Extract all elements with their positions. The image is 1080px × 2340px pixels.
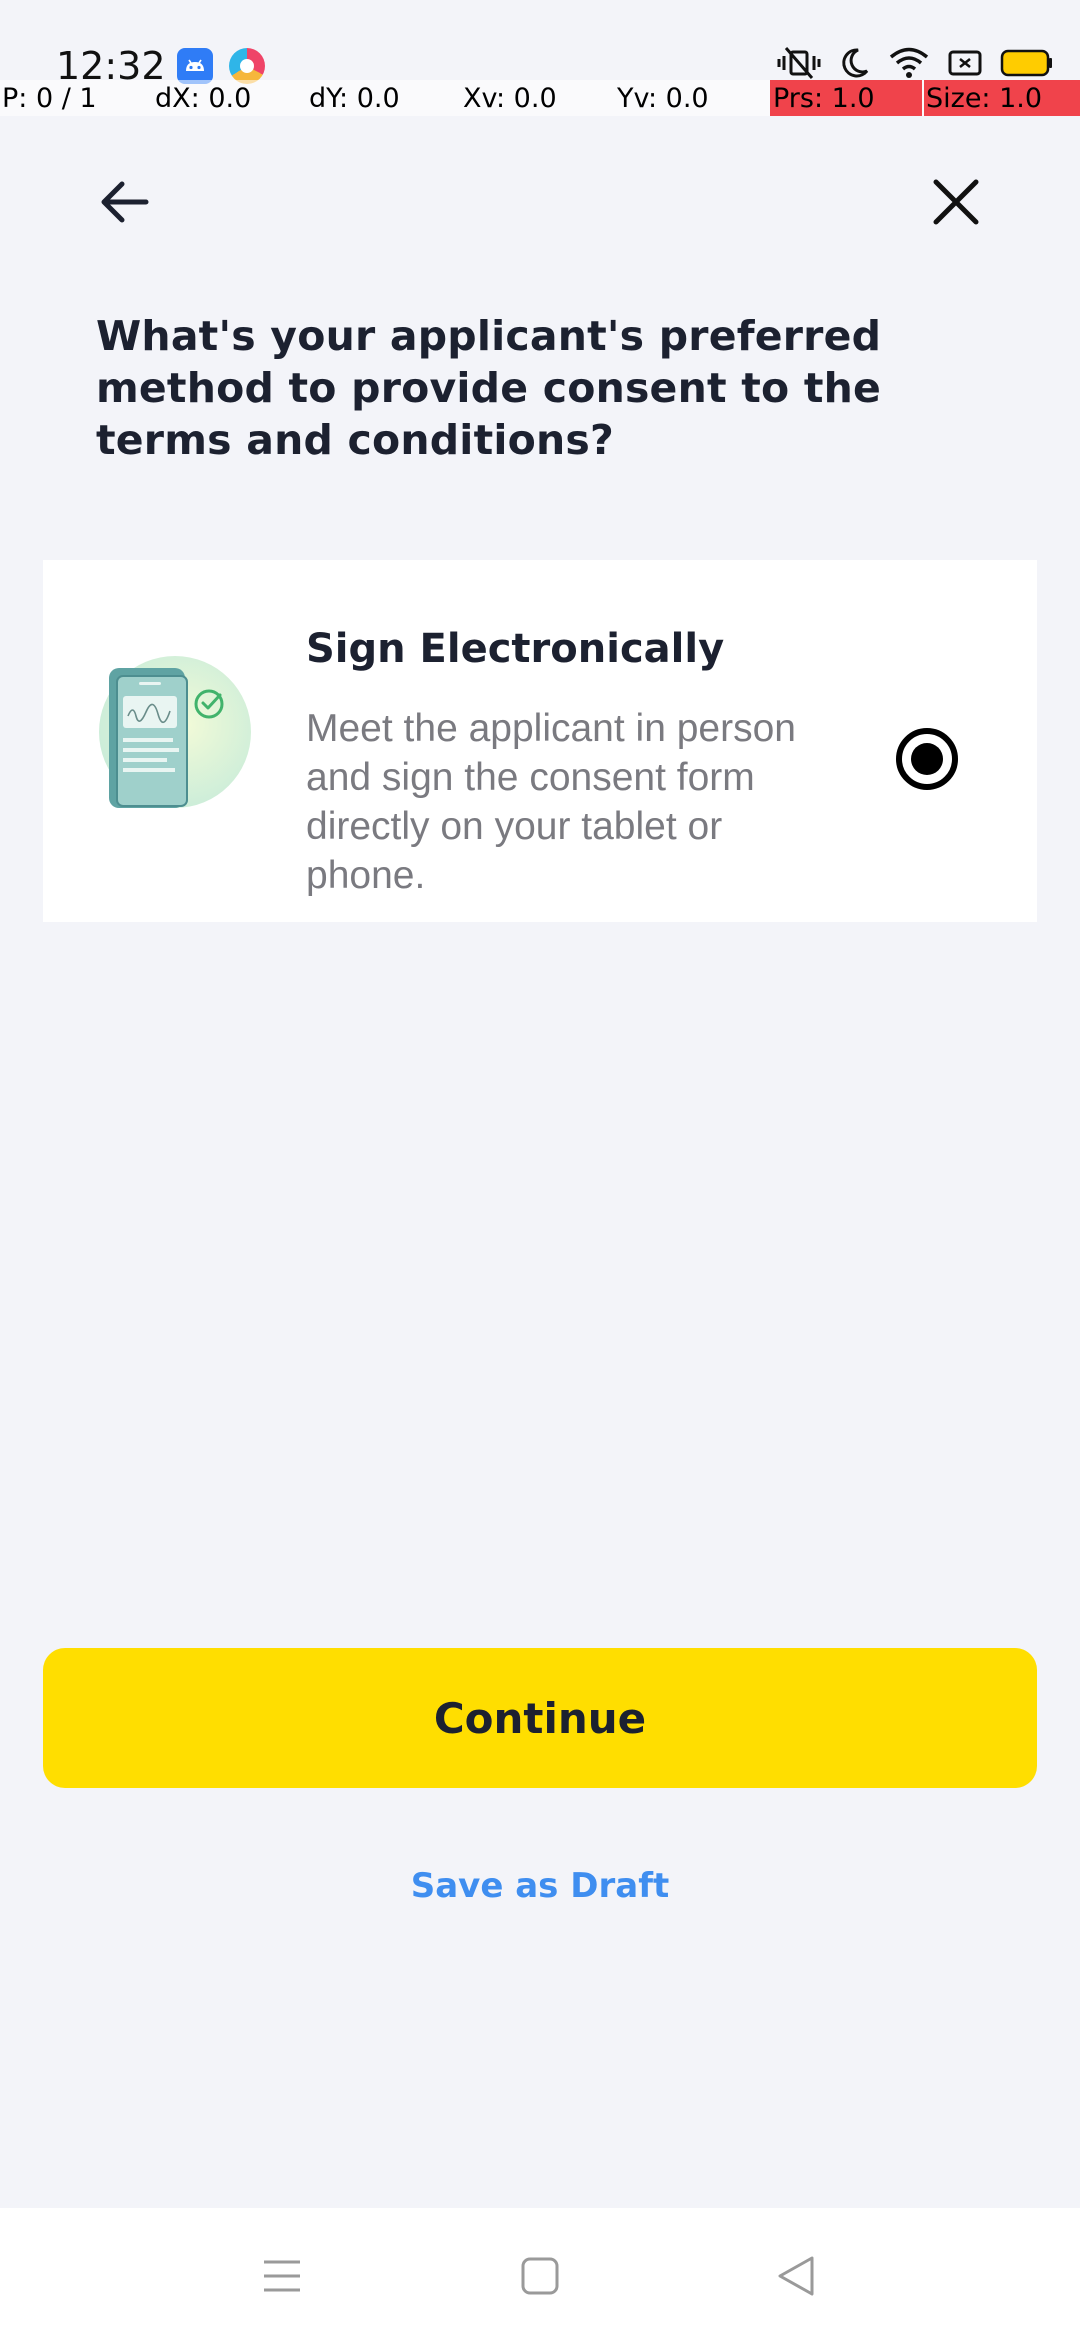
- option-description: Meet the applicant in person and sign th…: [306, 707, 796, 897]
- option-title: Sign Electronically: [306, 626, 725, 672]
- arrow-left-icon: [101, 181, 149, 223]
- debug-size: Size: 1.0: [924, 80, 1080, 116]
- option-sign-electronically[interactable]: Sign Electronically Meet the applicant i…: [43, 560, 1037, 922]
- sim-icon: [948, 48, 982, 78]
- status-icons: [776, 46, 1054, 80]
- back-triangle-icon[interactable]: [774, 2254, 818, 2298]
- back-button[interactable]: [82, 160, 166, 244]
- debug-pressure-label: Prs: 1.0: [773, 83, 875, 114]
- radio-dot: [911, 743, 943, 775]
- close-icon: [933, 179, 979, 225]
- option-radio-selected[interactable]: [896, 728, 958, 790]
- wifi-icon: [888, 46, 930, 80]
- debug-dy: dY: 0.0: [309, 83, 400, 114]
- debug-size-label: Size: 1.0: [926, 83, 1043, 114]
- status-bar: 12:32: [0, 0, 1080, 88]
- vibrate-icon: [776, 46, 822, 80]
- home-icon[interactable]: [518, 2254, 562, 2298]
- browser-app-icon: [229, 48, 265, 84]
- debug-pointer: P: 0 / 1: [2, 83, 97, 114]
- close-button[interactable]: [914, 160, 998, 244]
- debug-xv: Xv: 0.0: [463, 83, 557, 114]
- battery-icon: [1000, 48, 1054, 78]
- do-not-disturb-moon-icon: [840, 47, 870, 79]
- debug-pressure: Prs: 1.0: [770, 80, 922, 116]
- phone-signature-illustration: [99, 656, 251, 808]
- continue-button[interactable]: Continue: [43, 1648, 1037, 1788]
- page-title: What's your applicant's preferred method…: [96, 312, 882, 464]
- menu-icon[interactable]: [260, 2254, 304, 2298]
- pointer-debug-overlay: P: 0 / 1 dX: 0.0 dY: 0.0 Xv: 0.0 Yv: 0.0…: [0, 80, 1080, 116]
- android-app-icon: [177, 48, 213, 84]
- debug-yv: Yv: 0.0: [617, 83, 709, 114]
- system-navigation-bar: [0, 2208, 1080, 2340]
- save-as-draft-link[interactable]: Save as Draft: [0, 1866, 1080, 1906]
- debug-dx: dX: 0.0: [155, 83, 252, 114]
